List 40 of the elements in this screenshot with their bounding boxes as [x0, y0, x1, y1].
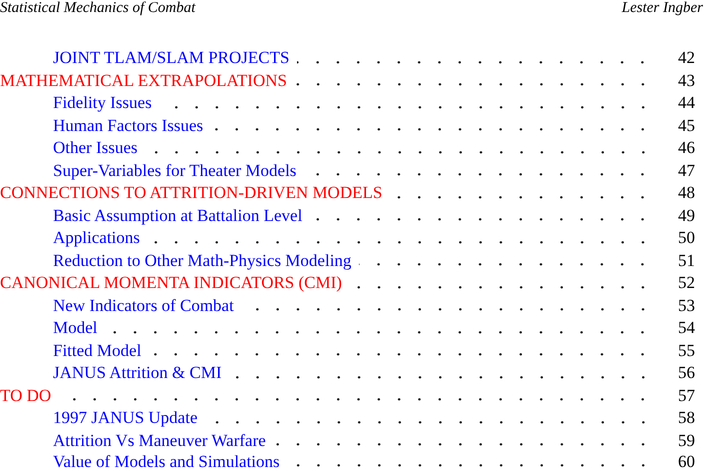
toc-link[interactable]: JANUS Attrition & CMI [53, 362, 222, 384]
toc-link[interactable]: Other Issues [53, 137, 138, 160]
page-number: 53 [677, 294, 695, 316]
toc-link[interactable]: CANONICAL MOMENTA INDICATORS (CMI) [0, 272, 342, 294]
page-number: 46 [677, 137, 695, 159]
page-number: 49 [677, 204, 695, 226]
toc-link[interactable]: Human Factors Issues [53, 114, 204, 137]
page-number: 59 [677, 430, 695, 452]
page-number: 58 [677, 407, 695, 429]
toc-link[interactable]: Applications [53, 227, 140, 250]
page-number: 51 [677, 250, 695, 272]
page-number: 47 [677, 160, 695, 182]
page-number: 44 [677, 92, 695, 114]
toc-link[interactable]: Basic Assumption at Battalion Level [53, 204, 302, 227]
toc-link[interactable]: Value of Models and Simulations [53, 452, 280, 471]
toc-link[interactable]: JOINT TLAM/SLAM PROJECTS [53, 47, 290, 70]
page-number: 55 [677, 340, 695, 362]
toc-link[interactable]: CONNECTIONS TO ATTRITION-DRIVEN MODELS [0, 182, 382, 204]
page-number: 60 [677, 452, 695, 471]
page-number: 42 [677, 47, 695, 69]
toc-link[interactable]: New Indicators of Combat [53, 294, 234, 317]
running-header-author: Lester Ingber [622, 0, 703, 18]
toc-link[interactable]: 1997 JANUS Update [53, 407, 198, 430]
page-number: 52 [677, 272, 695, 294]
toc-link[interactable]: MATHEMATICAL EXTRAPOLATIONS [0, 70, 287, 92]
page-number: 50 [677, 227, 695, 249]
toc-link[interactable]: Fidelity Issues [53, 92, 152, 114]
page-number: 56 [677, 362, 695, 384]
toc-link[interactable]: TO DO [0, 384, 52, 407]
toc-link[interactable]: Reduction to Other Math-Physics Modeling [53, 250, 352, 272]
toc-link[interactable]: Model [53, 317, 98, 340]
page-number: 57 [677, 384, 695, 406]
toc-link[interactable]: Fitted Model [53, 340, 142, 362]
page-number: 45 [677, 114, 695, 136]
page-number: 54 [677, 317, 695, 339]
page-number: 48 [677, 182, 695, 204]
toc-link[interactable]: Super-Variables for Theater Models [53, 160, 296, 182]
toc-link[interactable]: Attrition Vs Maneuver Warfare [53, 430, 266, 452]
page-number: 43 [677, 70, 695, 92]
running-header-title: Statistical Mechanics of Combat [0, 0, 196, 18]
